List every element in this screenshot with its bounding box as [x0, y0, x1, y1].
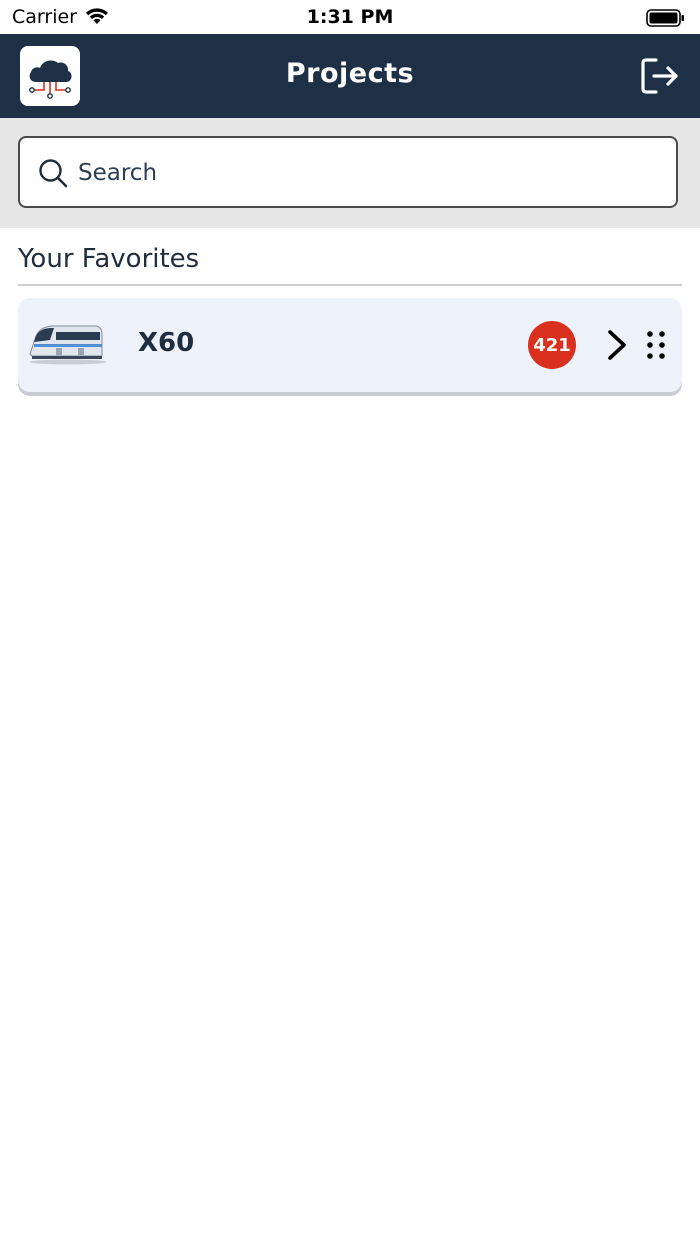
logout-icon: [641, 58, 678, 94]
search-icon: [39, 159, 68, 188]
notification-count-badge: 421: [528, 321, 576, 369]
chevron-right-icon[interactable]: [606, 329, 628, 361]
drag-handle-icon[interactable]: [646, 330, 666, 360]
status-bar: Carrier 1:31 PM: [0, 0, 700, 34]
nav-bar: Projects: [0, 34, 700, 118]
page-title: Projects: [285, 58, 415, 89]
divider: [18, 284, 682, 286]
favorites-heading: Your Favorites: [18, 244, 200, 274]
clock: 1:31 PM: [306, 6, 394, 28]
project-card-x60[interactable]: X60 421: [18, 298, 682, 392]
project-name: X60: [138, 328, 195, 358]
search-input[interactable]: [78, 154, 658, 192]
train-image: [29, 325, 106, 365]
logout-button[interactable]: [640, 56, 680, 96]
battery-icon: [646, 8, 686, 32]
search-bar-container: [0, 118, 700, 228]
search-box[interactable]: [18, 136, 678, 208]
